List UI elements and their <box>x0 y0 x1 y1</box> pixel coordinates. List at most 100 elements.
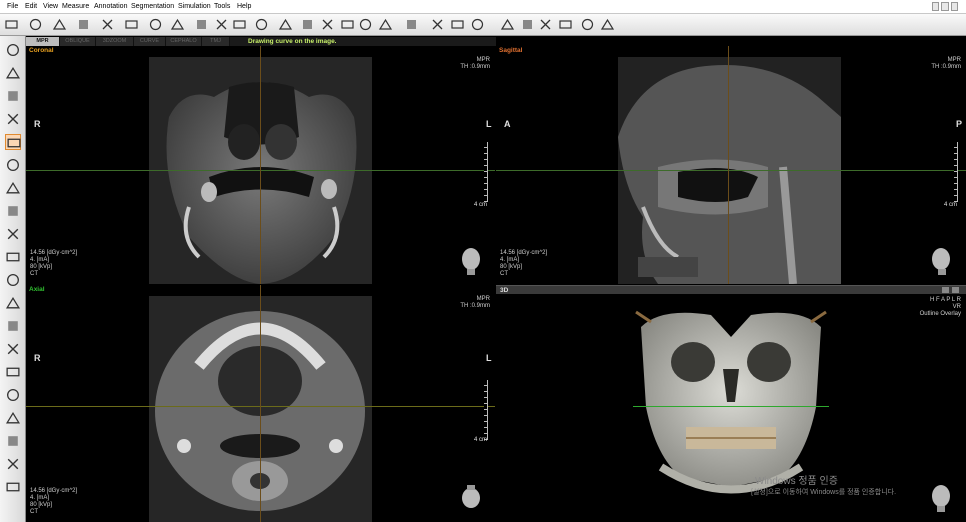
bucket-icon[interactable] <box>170 17 185 32</box>
reset-icon[interactable] <box>5 433 21 449</box>
coronal-head-orientation-icon <box>462 248 480 275</box>
menu-tools[interactable]: Tools <box>214 2 230 12</box>
tab-tmj[interactable]: TMJ <box>202 37 230 46</box>
contrast-icon[interactable] <box>5 318 21 334</box>
crop-icon[interactable] <box>300 17 315 32</box>
zoom-icon[interactable] <box>5 295 21 311</box>
vr3d-axial-plane-line[interactable] <box>633 406 829 407</box>
sagittal-title: Sagittal <box>499 47 523 54</box>
coronal-info: MPR TH :0.9mm <box>460 57 490 71</box>
text-icon[interactable] <box>214 17 229 32</box>
vr3d-title: 3D <box>500 287 509 294</box>
pointer-icon[interactable] <box>194 17 209 32</box>
sagittal-mode: MPR <box>947 57 961 63</box>
close-window-button[interactable] <box>950 2 958 11</box>
layout-icon[interactable] <box>5 387 21 403</box>
layers-icon[interactable] <box>320 17 335 32</box>
open-icon[interactable] <box>5 65 21 81</box>
grid-icon[interactable] <box>148 17 163 32</box>
tab-oblique[interactable]: OBLIQUE <box>60 37 96 46</box>
axial-dose: 14.56 [dGy·cm^2] <box>30 488 78 494</box>
sagittal-modality: CT <box>500 271 508 277</box>
sagittal-coronal-crosshair[interactable] <box>728 46 729 284</box>
roll-icon[interactable] <box>5 226 21 242</box>
main-toolbar <box>0 14 966 36</box>
close-icon[interactable] <box>5 203 21 219</box>
axial-modality: CT <box>30 509 38 515</box>
sagittal-info: MPR TH :0.9mm <box>931 57 961 71</box>
axial-viewport[interactable]: Axial MPR TH :0.9mm R L 4 cm 14.56 [dGy·… <box>26 285 495 522</box>
vr3d-overlay: Outline Overlay <box>919 311 961 317</box>
coronal-dose-info: 14.56 [dGy·cm^2] 4. [mA] 80 [kVp] CT <box>30 250 77 278</box>
curve-icon[interactable] <box>378 17 393 32</box>
rotate-left-icon[interactable] <box>5 157 21 173</box>
move-icon[interactable] <box>5 249 21 265</box>
vr3d-orientation: H F A P L R <box>929 297 961 303</box>
panoramic-icon[interactable] <box>4 17 19 32</box>
vr3d-header-bar: 3D <box>496 285 966 294</box>
minimize-button[interactable] <box>932 2 940 11</box>
brightness-icon[interactable] <box>5 341 21 357</box>
report-icon[interactable] <box>580 17 595 32</box>
print-icon[interactable] <box>5 111 21 127</box>
tab-cephalo[interactable]: CEPHALO <box>166 37 202 46</box>
rotate-right-icon[interactable] <box>5 180 21 196</box>
copy-icon[interactable] <box>5 456 21 472</box>
tab-curve[interactable]: CURVE <box>134 37 166 46</box>
axial-ma: 4. [mA] <box>30 495 50 501</box>
maximize-icon[interactable] <box>952 287 959 293</box>
sagittal-viewport[interactable]: Sagittal MPR TH :0.9mm A P 4 cm 14.56 [d… <box>496 46 966 284</box>
cursor-settings-icon[interactable] <box>28 17 43 32</box>
image-icon[interactable] <box>500 17 515 32</box>
sagittal-scale-ruler <box>954 142 958 202</box>
layout-icon[interactable] <box>942 287 949 293</box>
watermark-message: [설정]으로 이동하여 Windows를 정품 인증합니다. <box>751 489 897 496</box>
screenshot-icon[interactable] <box>254 17 269 32</box>
save-icon[interactable] <box>5 88 21 104</box>
menu-help[interactable]: Help <box>237 2 251 12</box>
menu-measure[interactable]: Measure <box>62 2 89 12</box>
windows-activation-watermark: Windows 정품 인증 [설정]으로 이동하여 Windows를 정품 인증… <box>751 476 896 498</box>
sagittal-left-orientation: A <box>504 119 511 129</box>
magnify-icon[interactable] <box>5 410 21 426</box>
vr3d-info: H F A P L R VR Outline Overlay <box>920 297 961 318</box>
sagittal-head-orientation-icon <box>932 248 950 275</box>
coronal-viewport[interactable]: Coronal MPR TH :0.9mm R L 4 cm 14.56 [dG… <box>26 46 495 284</box>
coronal-sagittal-crosshair[interactable] <box>260 46 261 284</box>
implant-icon[interactable] <box>470 17 485 32</box>
menu-bar: File Edit View Measure Annotation Segmen… <box>0 0 966 14</box>
histogram-icon[interactable] <box>100 17 115 32</box>
ruler-icon[interactable] <box>538 17 553 32</box>
edit-icon[interactable] <box>278 17 293 32</box>
settings-icon[interactable] <box>600 17 615 32</box>
menu-segmentation[interactable]: Segmentation <box>131 2 174 12</box>
restore-button[interactable] <box>941 2 949 11</box>
menu-annotation[interactable]: Annotation <box>94 2 127 12</box>
menu-simulation[interactable]: Simulation <box>178 2 211 12</box>
brush-icon[interactable] <box>5 272 21 288</box>
nerve-icon[interactable] <box>404 17 419 32</box>
new-icon[interactable] <box>5 42 21 58</box>
window-icon[interactable] <box>124 17 139 32</box>
save-view-icon[interactable] <box>340 17 355 32</box>
person-icon[interactable] <box>520 17 535 32</box>
axial-right-orientation: L <box>486 353 492 363</box>
menu-file[interactable]: File <box>7 2 18 12</box>
checker-icon[interactable] <box>5 479 21 495</box>
tab-mpr[interactable]: MPR <box>26 37 60 46</box>
panorama-tool-icon[interactable] <box>430 17 445 32</box>
camera-icon[interactable] <box>558 17 573 32</box>
sagittal-axial-crosshair[interactable] <box>496 170 966 171</box>
tab-3dzoom[interactable]: 3DZOOM <box>96 37 134 46</box>
pencil-icon[interactable] <box>232 17 247 32</box>
export-icon[interactable] <box>358 17 373 32</box>
gradient-icon[interactable] <box>5 364 21 380</box>
volume-icon[interactable] <box>450 17 465 32</box>
axial-sagittal-crosshair[interactable] <box>260 285 261 522</box>
eye-tracking-icon[interactable] <box>76 17 91 32</box>
teeth-icon[interactable] <box>52 17 67 32</box>
draw-curve-icon[interactable] <box>5 134 21 150</box>
axial-mode: MPR <box>476 296 490 302</box>
menu-view[interactable]: View <box>43 2 58 12</box>
menu-edit[interactable]: Edit <box>25 2 37 12</box>
